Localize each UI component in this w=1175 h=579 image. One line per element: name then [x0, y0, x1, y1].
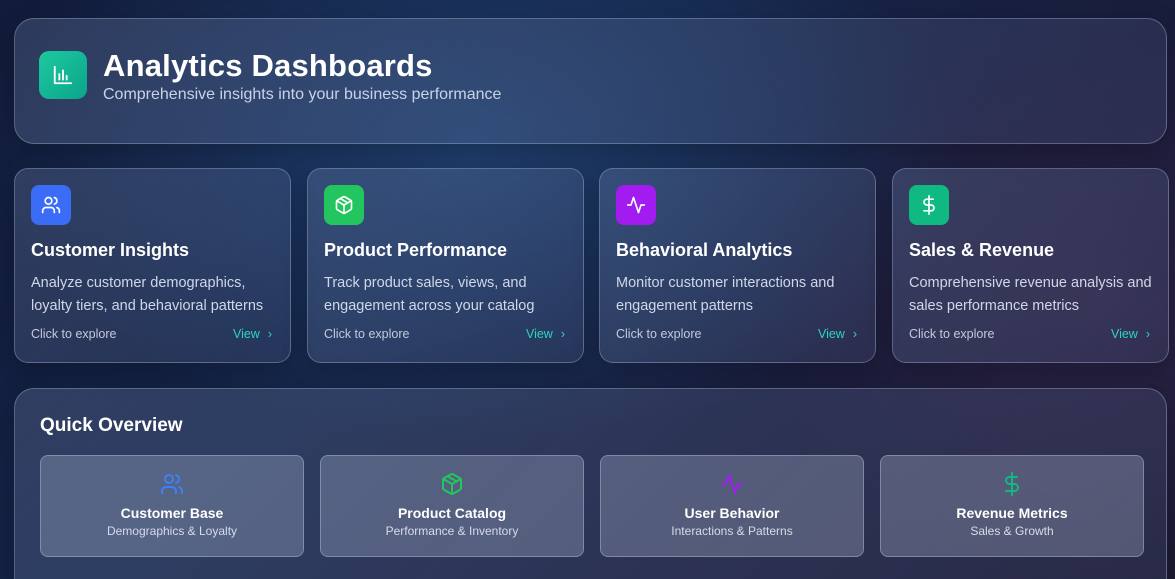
bar-chart-icon [39, 51, 87, 99]
dashboard-cards: Customer Insights Analyze customer demog… [14, 168, 1169, 363]
card-cta: Click to explore [31, 327, 117, 341]
card-customer-insights[interactable]: Customer Insights Analyze customer demog… [14, 168, 291, 363]
chevron-right-icon: › [852, 327, 857, 341]
tile-subtitle: Sales & Growth [970, 524, 1054, 538]
quick-overview-panel: Quick Overview Customer Base Demographic… [14, 388, 1167, 579]
card-description: Comprehensive revenue analysis and sales… [909, 275, 1152, 314]
overview-tile-revenue-metrics[interactable]: Revenue Metrics Sales & Growth [880, 455, 1144, 557]
view-link[interactable]: View › [818, 327, 859, 341]
tile-subtitle: Interactions & Patterns [671, 524, 793, 538]
card-cta: Click to explore [616, 327, 702, 341]
chevron-right-icon: › [267, 327, 272, 341]
card-description: Analyze customer demographics, loyalty t… [31, 275, 264, 314]
card-description: Monitor customer interactions and engage… [616, 275, 835, 314]
tile-subtitle: Performance & Inventory [385, 524, 519, 538]
card-title: Product Performance [324, 240, 508, 260]
overview-tile-user-behavior[interactable]: User Behavior Interactions & Patterns [600, 455, 864, 557]
section-title: Quick Overview [40, 415, 183, 436]
card-sales-revenue[interactable]: Sales & Revenue Comprehensive revenue an… [892, 168, 1169, 363]
activity-icon [616, 185, 656, 225]
view-link[interactable]: View › [1111, 327, 1152, 341]
tile-title: Revenue Metrics [956, 505, 1068, 521]
tile-title: User Behavior [684, 505, 780, 521]
card-title: Behavioral Analytics [616, 240, 793, 260]
card-cta: Click to explore [324, 327, 410, 341]
users-icon [41, 471, 303, 497]
card-description: Track product sales, views, and engageme… [324, 275, 535, 314]
dollar-icon [881, 471, 1143, 497]
users-icon [31, 185, 71, 225]
box-icon [321, 471, 583, 497]
dashboard-header: Analytics Dashboards Comprehensive insig… [14, 18, 1167, 144]
page-title: Analytics Dashboards [103, 48, 433, 83]
activity-icon [601, 471, 863, 497]
card-cta: Click to explore [909, 327, 995, 341]
tile-title: Product Catalog [397, 505, 507, 521]
chevron-right-icon: › [1145, 327, 1150, 341]
dollar-icon [909, 185, 949, 225]
chevron-right-icon: › [560, 327, 565, 341]
card-title: Customer Insights [31, 240, 190, 260]
tile-subtitle: Demographics & Loyalty [106, 524, 238, 538]
overview-tile-customer-base[interactable]: Customer Base Demographics & Loyalty [40, 455, 304, 557]
card-title: Sales & Revenue [909, 240, 1055, 260]
view-link[interactable]: View › [233, 327, 274, 341]
view-link[interactable]: View › [526, 327, 567, 341]
card-behavioral-analytics[interactable]: Behavioral Analytics Monitor customer in… [599, 168, 876, 363]
card-product-performance[interactable]: Product Performance Track product sales,… [307, 168, 584, 363]
box-icon [324, 185, 364, 225]
tile-title: Customer Base [120, 505, 224, 521]
overview-tile-product-catalog[interactable]: Product Catalog Performance & Inventory [320, 455, 584, 557]
page-subtitle: Comprehensive insights into your busines… [103, 86, 502, 103]
